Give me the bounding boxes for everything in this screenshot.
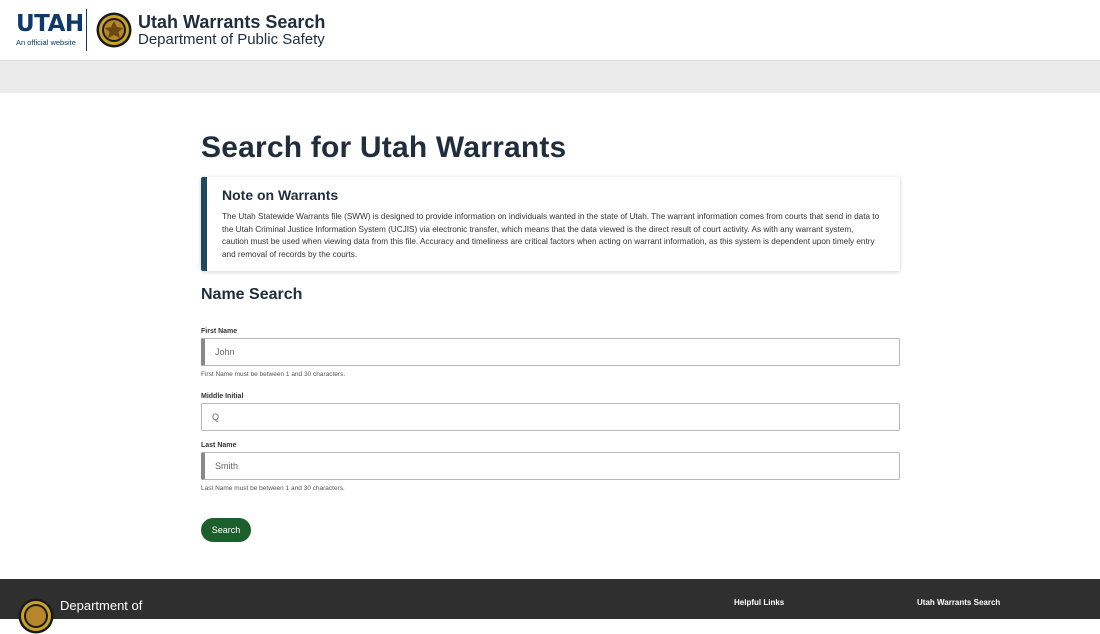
- middle-initial-input[interactable]: [201, 403, 900, 431]
- last-name-label: Last Name: [201, 442, 237, 449]
- app-title[interactable]: Utah Warrants Search: [138, 12, 325, 32]
- first-name-input[interactable]: [201, 338, 900, 366]
- utah-tagline: An official website: [16, 38, 76, 47]
- search-button[interactable]: Search: [201, 518, 251, 542]
- footer-dps-seal-icon: [18, 598, 54, 634]
- site-header: UTAH An official website Utah Warrants S…: [0, 0, 1100, 61]
- nav-band: [0, 61, 1100, 93]
- name-search-heading: Name Search: [201, 286, 303, 303]
- footer-dept-label: Department of: [60, 598, 143, 613]
- dps-seal-icon[interactable]: [96, 12, 132, 48]
- note-title: Note on Warrants: [222, 187, 339, 203]
- utah-wordmark: UTAH: [16, 11, 84, 37]
- note-body: The Utah Statewide Warrants file (SWW) i…: [222, 212, 880, 259]
- app-subtitle: Department of Public Safety: [138, 31, 325, 48]
- site-footer: Department of Helpful Links Utah Warrant…: [0, 579, 1100, 634]
- page-title: Search for Utah Warrants: [201, 131, 567, 164]
- first-name-hint: First Name must be between 1 and 30 char…: [201, 371, 346, 378]
- last-name-hint: Last Name must be between 1 and 30 chara…: [201, 485, 345, 492]
- middle-initial-label: Middle Initial: [201, 393, 244, 400]
- utah-logo[interactable]: UTAH An official website: [16, 11, 84, 48]
- footer-helpful-links-heading: Helpful Links: [734, 598, 785, 607]
- footer-utah-warrants-search-heading: Utah Warrants Search: [917, 598, 1001, 607]
- header-divider: [86, 9, 87, 51]
- first-name-label: First Name: [201, 328, 238, 335]
- warrants-note: Note on Warrants The Utah Statewide Warr…: [201, 177, 900, 271]
- last-name-input[interactable]: [201, 452, 900, 480]
